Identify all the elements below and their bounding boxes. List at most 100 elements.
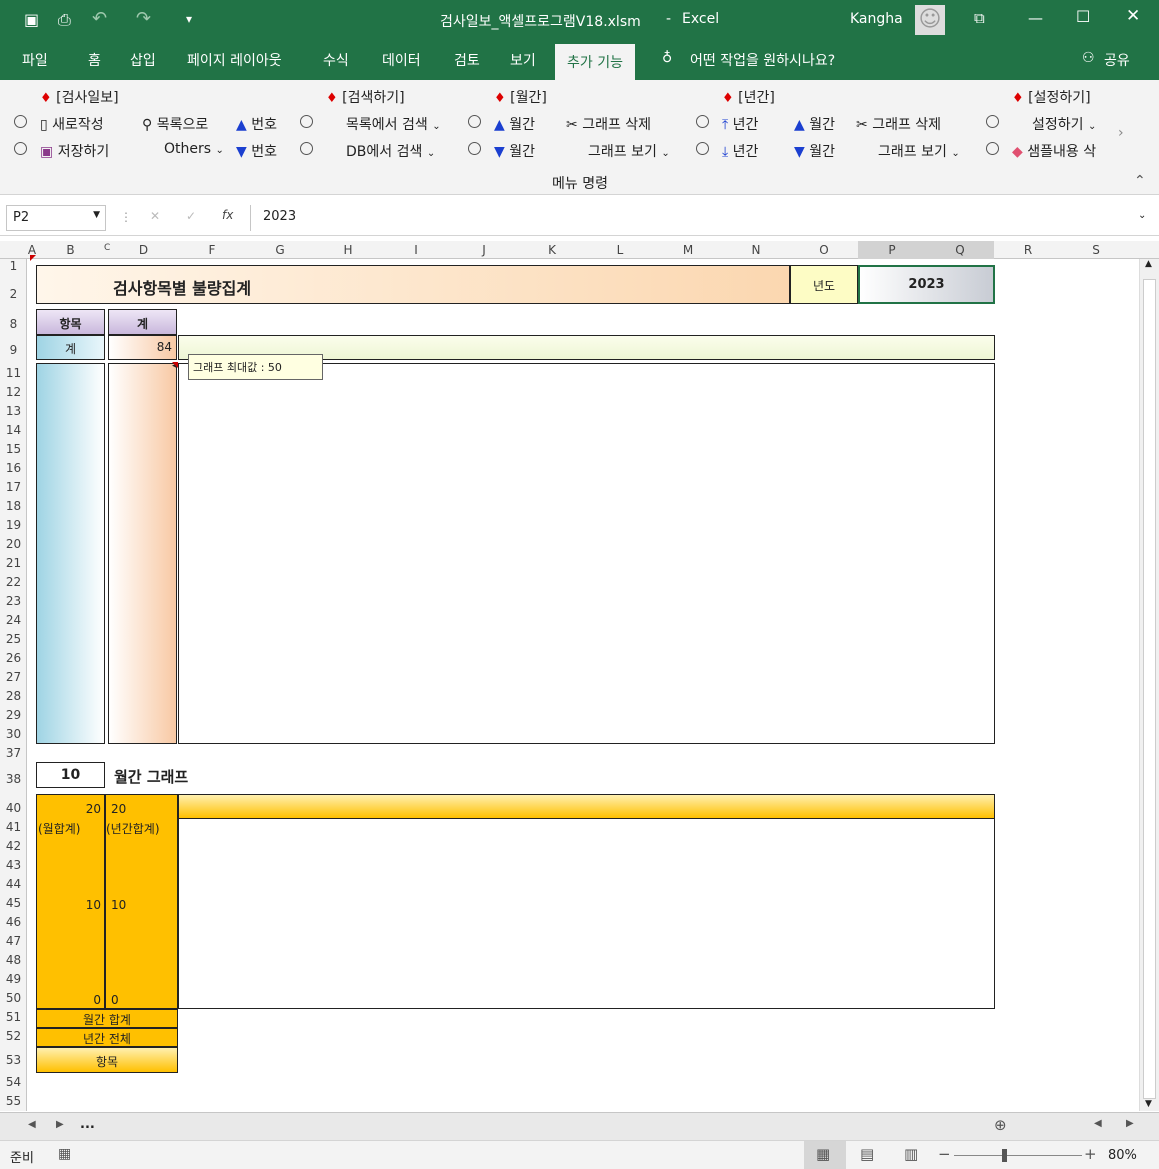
tab-view[interactable]: 보기 xyxy=(510,50,536,70)
yearly-month-up-button[interactable]: ▲ 월간 xyxy=(794,114,835,134)
col-header[interactable]: B xyxy=(37,243,104,257)
row-header[interactable]: 25 xyxy=(0,632,27,646)
row-header[interactable]: 41 xyxy=(0,820,27,834)
yearly-graph-view-button[interactable]: 그래프 보기 ⌄ xyxy=(878,141,960,161)
undo-icon[interactable]: ↶ xyxy=(92,8,107,29)
row-header[interactable]: 19 xyxy=(0,518,27,532)
save-button[interactable]: ▣ 저장하기 xyxy=(40,141,109,161)
row-header[interactable]: 17 xyxy=(0,480,27,494)
settings-button[interactable]: 설정하기 ⌄ xyxy=(1032,114,1096,134)
tab-home[interactable]: 홈 xyxy=(88,50,101,70)
tab-page-layout[interactable]: 페이지 레이아웃 xyxy=(187,50,282,70)
row-header[interactable]: 1 xyxy=(0,259,27,273)
col-header[interactable]: M xyxy=(654,243,722,257)
monthly-graph-view-button[interactable]: 그래프 보기 ⌄ xyxy=(588,141,670,161)
ribbon-display-icon[interactable]: ⧉ xyxy=(974,9,985,27)
page-layout-view-icon[interactable]: ▤ xyxy=(860,1145,874,1163)
ribbon-scroll-right-icon[interactable]: › xyxy=(1118,125,1124,141)
row-header[interactable]: 42 xyxy=(0,839,27,853)
zoom-slider[interactable] xyxy=(954,1155,1082,1156)
row-header[interactable]: 28 xyxy=(0,689,27,703)
monthly-graph-delete-button[interactable]: ✂ 그래프 삭제 xyxy=(566,114,651,134)
vertical-scrollbar[interactable]: ▲ ▼ xyxy=(1139,259,1159,1111)
col-header-selected[interactable]: Q xyxy=(926,241,994,259)
share-icon[interactable]: ⚇ xyxy=(1082,50,1095,66)
sample-delete-button[interactable]: ◆ 샘플내용 삭 xyxy=(1012,141,1116,161)
col-header[interactable]: H xyxy=(314,243,382,257)
tab-more-button[interactable]: ... xyxy=(80,1117,95,1132)
row-header[interactable]: 24 xyxy=(0,613,27,627)
new-button[interactable]: ▯ 새로작성 xyxy=(40,114,104,134)
insert-function-icon[interactable]: fx xyxy=(222,208,233,222)
row-header[interactable]: 51 xyxy=(0,1010,27,1024)
enter-icon[interactable]: ✓ xyxy=(186,209,196,223)
save-icon[interactable]: ▣ xyxy=(24,10,39,29)
monthly-down-button[interactable]: ▼ 월간 xyxy=(494,141,535,161)
macro-record-icon[interactable]: ▦ xyxy=(58,1146,71,1162)
share-button[interactable]: 공유 xyxy=(1104,50,1130,70)
tab-data[interactable]: 데이터 xyxy=(382,50,421,70)
tab-formulas[interactable]: 수식 xyxy=(323,50,349,70)
row-header[interactable]: 8 xyxy=(0,317,27,331)
h-scroll-left-icon[interactable]: ◀ xyxy=(1094,1118,1102,1129)
row-header[interactable]: 46 xyxy=(0,915,27,929)
others-button[interactable]: Others ⌄ xyxy=(164,141,224,157)
col-header[interactable]: R xyxy=(994,243,1062,257)
row-header[interactable]: 45 xyxy=(0,896,27,910)
tab-file[interactable]: 파일 xyxy=(22,50,48,70)
list-button[interactable]: ⚲ 목록으로 xyxy=(142,114,208,134)
row-header[interactable]: 14 xyxy=(0,423,27,437)
row-header[interactable]: 47 xyxy=(0,934,27,948)
row-header[interactable]: 44 xyxy=(0,877,27,891)
yearly-month-down-button[interactable]: ▼ 월간 xyxy=(794,141,835,161)
tab-review[interactable]: 검토 xyxy=(454,50,480,70)
col-header[interactable]: F xyxy=(178,243,246,257)
col-header-selected[interactable]: P xyxy=(858,241,926,259)
maximize-icon[interactable]: ☐ xyxy=(1076,7,1090,26)
row-header[interactable]: 37 xyxy=(0,746,27,760)
radio-1[interactable] xyxy=(14,114,27,130)
col-header[interactable]: G xyxy=(246,243,314,257)
tell-me-input[interactable]: 어떤 작업을 원하시나요? xyxy=(690,50,835,70)
tab-scroll-left-icon[interactable]: ◀ xyxy=(28,1119,36,1130)
scroll-up-icon[interactable]: ▲ xyxy=(1145,259,1152,269)
col-header[interactable]: L xyxy=(586,243,654,257)
expand-formula-icon[interactable]: ⌄ xyxy=(1138,210,1146,221)
customize-qat-icon[interactable]: ▾ xyxy=(186,12,192,26)
normal-view-icon[interactable]: ▦ xyxy=(816,1145,830,1163)
redo-icon[interactable]: ↷ xyxy=(136,8,151,29)
col-header[interactable]: K xyxy=(518,243,586,257)
col-header[interactable]: O xyxy=(790,243,858,257)
row-header[interactable]: 11 xyxy=(0,366,27,380)
row-header[interactable]: 13 xyxy=(0,404,27,418)
row-header[interactable]: 22 xyxy=(0,575,27,589)
col-header[interactable]: A xyxy=(27,243,37,257)
h-scroll-right-icon[interactable]: ▶ xyxy=(1126,1118,1134,1129)
db-search-button[interactable]: DB에서 검색 ⌄ xyxy=(346,141,435,161)
radio-6[interactable] xyxy=(468,141,481,157)
year-cell[interactable]: 2023 xyxy=(858,265,995,304)
radio-4[interactable] xyxy=(300,141,313,157)
row-header[interactable]: 43 xyxy=(0,858,27,872)
row-header[interactable]: 50 xyxy=(0,991,27,1005)
zoom-in-icon[interactable]: + xyxy=(1084,1145,1097,1163)
tab-scroll-right-icon[interactable]: ▶ xyxy=(56,1119,64,1130)
col-header[interactable]: S xyxy=(1062,243,1130,257)
tab-add-ins[interactable]: 추가 기능 xyxy=(555,44,635,80)
list-search-button[interactable]: 목록에서 검색 ⌄ xyxy=(346,114,441,134)
num-up-button[interactable]: ▲ 번호 xyxy=(236,114,277,134)
col-header[interactable]: N xyxy=(722,243,790,257)
add-sheet-icon[interactable]: ⊕ xyxy=(994,1116,1007,1134)
radio-9[interactable] xyxy=(986,114,999,130)
scroll-down-icon[interactable]: ▼ xyxy=(1145,1099,1152,1109)
scroll-thumb[interactable] xyxy=(1143,279,1156,1099)
row-header[interactable]: 48 xyxy=(0,953,27,967)
row-header[interactable]: 26 xyxy=(0,651,27,665)
name-box[interactable]: P2 ▼ xyxy=(6,205,106,231)
monthly-up-button[interactable]: ▲ 월간 xyxy=(494,114,535,134)
col-header[interactable]: J xyxy=(450,243,518,257)
row-header[interactable]: 27 xyxy=(0,670,27,684)
row-header[interactable]: 12 xyxy=(0,385,27,399)
num-down-button[interactable]: ▼ 번호 xyxy=(236,141,277,161)
radio-7[interactable] xyxy=(696,114,709,130)
